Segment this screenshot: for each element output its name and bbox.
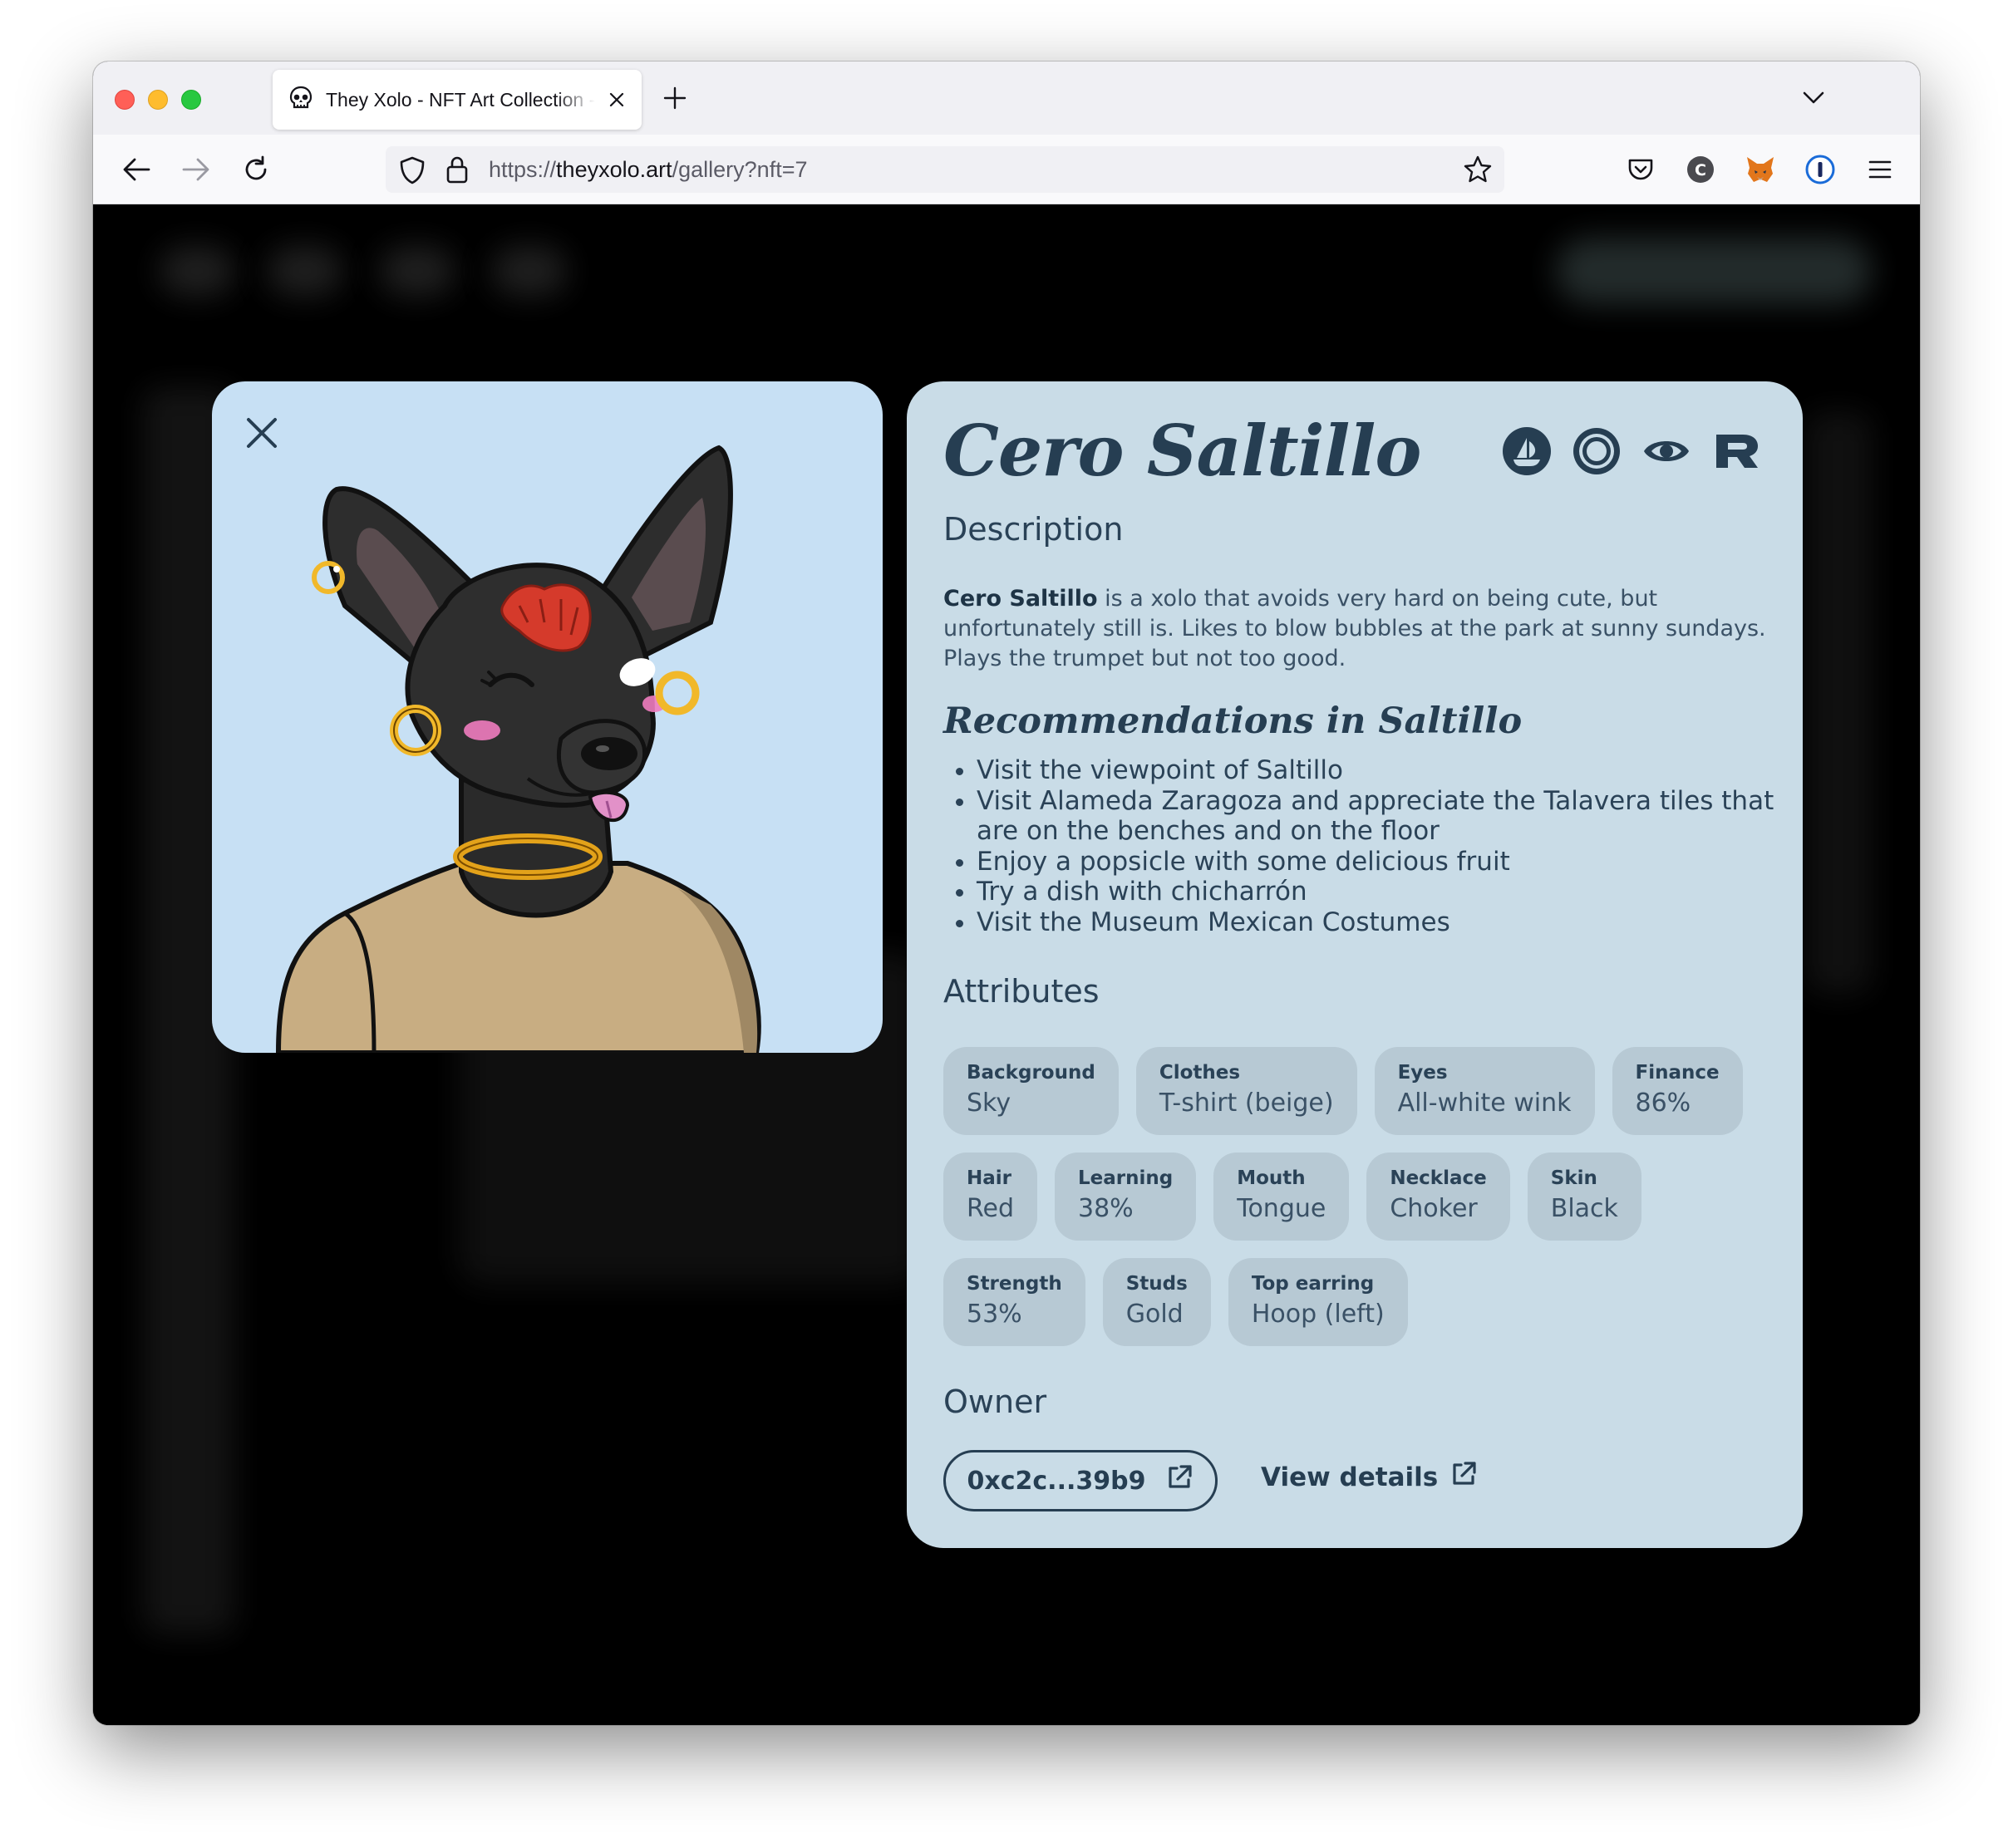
attribute-value: 86% — [1635, 1089, 1691, 1118]
attribute-chip: Necklace Choker — [1366, 1153, 1510, 1241]
attribute-chip: Strength 53% — [943, 1258, 1085, 1346]
nav-toolbar: https://theyxolo.art/gallery?nft=7 C — [93, 135, 1920, 204]
attribute-value: Hoop (left) — [1251, 1300, 1385, 1329]
browser-window: They Xolo - NFT Art Collection - They Xo… — [93, 61, 1920, 1725]
opensea-icon[interactable] — [1502, 426, 1552, 476]
list-item: Visit the viewpoint of Saltillo — [977, 755, 1774, 786]
attribute-chip: Clothes T-shirt (beige) — [1135, 1047, 1357, 1135]
attribute-value: All-white wink — [1397, 1089, 1572, 1118]
tab-close-icon[interactable] — [607, 90, 627, 110]
attribute-key: Top earring — [1251, 1273, 1375, 1295]
blurred-backdrop — [268, 246, 342, 296]
url-bar[interactable]: https://theyxolo.art/gallery?nft=7 — [386, 146, 1504, 193]
list-item: Enjoy a popsicle with some delicious fru… — [977, 847, 1774, 877]
list-item: Visit Alameda Zaragoza and appreciate th… — [977, 786, 1774, 847]
owner-heading: Owner — [943, 1384, 1047, 1420]
attribute-chip: Finance 86% — [1612, 1047, 1743, 1135]
tab-title: They Xolo - NFT Art Collection - They Xo… — [326, 88, 595, 111]
attribute-chip: Top earring Hoop (left) — [1228, 1258, 1408, 1346]
back-arrow-icon[interactable] — [118, 151, 155, 188]
bookmark-star-icon[interactable] — [1463, 155, 1493, 189]
description-heading: Description — [943, 511, 1124, 548]
list-item: Try a dish with chicharrón — [977, 877, 1774, 907]
attribute-value: Tongue — [1237, 1194, 1326, 1223]
nft-artwork-card — [212, 381, 883, 1053]
attribute-value: Sky — [967, 1089, 1011, 1118]
page-content: Cero Saltillo Description Cero Saltillo … — [93, 204, 1920, 1725]
attribute-chip: Studs Gold — [1102, 1258, 1211, 1346]
c-extension-icon[interactable]: C — [1684, 153, 1717, 186]
blurred-backdrop — [380, 246, 455, 296]
attribute-key: Eyes — [1397, 1062, 1448, 1084]
eye-icon[interactable] — [1641, 426, 1691, 476]
blurred-backdrop — [492, 246, 567, 296]
attribute-chip: Eyes All-white wink — [1374, 1047, 1595, 1135]
1password-icon[interactable] — [1804, 153, 1837, 186]
looksrare-ring-icon[interactable] — [1572, 426, 1622, 476]
marketplace-links — [1502, 426, 1761, 476]
minimize-window-button[interactable] — [148, 90, 168, 110]
maximize-window-button[interactable] — [181, 90, 201, 110]
skull-favicon-icon — [288, 85, 314, 116]
xolo-dog-illustration — [275, 445, 761, 1053]
owner-address: 0xc2c...39b9 — [967, 1466, 1146, 1496]
external-link-icon — [1165, 1463, 1194, 1498]
tab-active[interactable]: They Xolo - NFT Art Collection - They Xo… — [273, 70, 642, 130]
metamask-fox-icon[interactable] — [1744, 153, 1777, 186]
attribute-value: Gold — [1125, 1300, 1184, 1329]
shield-icon[interactable] — [399, 156, 426, 189]
owner-address-button[interactable]: 0xc2c...39b9 — [943, 1450, 1218, 1511]
attribute-chip: Mouth Tongue — [1213, 1153, 1350, 1241]
attribute-key: Strength — [967, 1273, 1062, 1295]
tab-list-chevron-down-icon[interactable] — [1799, 83, 1828, 113]
attribute-value: 53% — [967, 1300, 1022, 1329]
recommendations-list: Visit the viewpoint of Saltillo Visit Al… — [977, 755, 1774, 937]
attribute-chip: Learning 38% — [1055, 1153, 1197, 1241]
attribute-chip: Background Sky — [943, 1047, 1119, 1135]
attribute-chip: Hair Red — [943, 1153, 1037, 1241]
attribute-value: T-shirt (beige) — [1159, 1089, 1334, 1118]
attribute-key: Learning — [1078, 1167, 1174, 1189]
blurred-backdrop — [1556, 238, 1872, 304]
list-item: Visit the Museum Mexican Costumes — [977, 907, 1774, 938]
attribute-key: Skin — [1550, 1167, 1597, 1189]
attributes-list: Background Sky Clothes T-shirt (beige) Eye… — [943, 1047, 1774, 1346]
description-text: Cero Saltillo is a xolo that avoids very… — [943, 586, 1766, 671]
nft-info-card: Cero Saltillo Description Cero Saltillo … — [907, 381, 1803, 1548]
attribute-key: Mouth — [1237, 1167, 1306, 1189]
blurred-backdrop — [160, 246, 234, 296]
tab-bar: They Xolo - NFT Art Collection - They Xo… — [93, 61, 1920, 135]
url-text[interactable]: https://theyxolo.art/gallery?nft=7 — [489, 157, 807, 183]
external-link-icon — [1449, 1460, 1478, 1495]
blurred-backdrop — [1805, 412, 1872, 994]
attribute-key: Necklace — [1390, 1167, 1487, 1189]
rarible-r-icon[interactable] — [1711, 426, 1761, 476]
recommendations-heading: Recommendations in Saltillo — [943, 700, 1523, 742]
attribute-value: Red — [967, 1194, 1014, 1223]
new-tab-plus-icon[interactable] — [658, 81, 692, 115]
menu-hamburger-icon[interactable] — [1863, 153, 1897, 186]
attribute-key: Finance — [1635, 1062, 1720, 1084]
pocket-icon[interactable] — [1624, 153, 1657, 186]
attribute-value: 38% — [1078, 1194, 1134, 1223]
attribute-key: Studs — [1125, 1273, 1188, 1295]
close-window-button[interactable] — [115, 90, 135, 110]
forward-arrow-icon[interactable] — [178, 151, 214, 188]
view-details-label: View details — [1261, 1462, 1439, 1492]
view-details-link[interactable]: View details — [1261, 1460, 1478, 1495]
attribute-key: Hair — [967, 1167, 1011, 1189]
attribute-key: Background — [967, 1062, 1095, 1084]
lock-icon[interactable] — [445, 155, 469, 188]
attributes-heading: Attributes — [943, 973, 1100, 1010]
attribute-chip: Skin Black — [1527, 1153, 1641, 1241]
nft-title: Cero Saltillo — [943, 410, 1421, 492]
attribute-key: Clothes — [1159, 1062, 1241, 1084]
reload-icon[interactable] — [238, 151, 274, 188]
svg-text:C: C — [1695, 161, 1706, 179]
attribute-value: Choker — [1390, 1194, 1478, 1223]
attribute-value: Black — [1550, 1194, 1618, 1223]
